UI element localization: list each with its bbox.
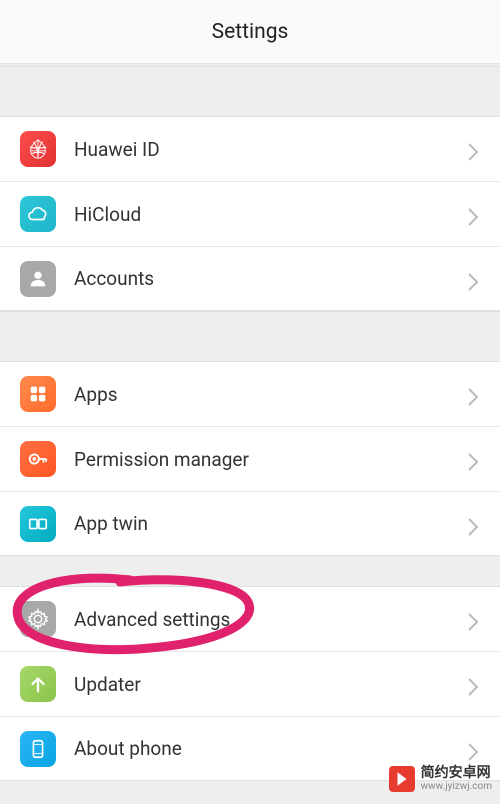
list-item-updater[interactable]: Updater: [0, 651, 500, 716]
chevron-right-icon: [466, 452, 480, 466]
list-item-label: Advanced settings: [74, 608, 466, 631]
list-item-label: Accounts: [74, 267, 466, 290]
watermark-text: 简约安卓网 www.jyizwj.com: [421, 766, 492, 792]
section-gap: [0, 556, 500, 586]
twin-icon: [20, 506, 56, 542]
grid-icon: [20, 376, 56, 412]
list-item-label: Huawei ID: [74, 138, 466, 161]
settings-group-system: Advanced settings Updater About phone: [0, 586, 500, 781]
list-item-apps[interactable]: Apps: [0, 361, 500, 426]
list-item-hicloud[interactable]: HiCloud: [0, 181, 500, 246]
section-gap: [0, 66, 500, 116]
watermark: 简约安卓网 www.jyizwj.com: [389, 766, 492, 792]
gear-icon: [20, 601, 56, 637]
chevron-right-icon: [466, 207, 480, 221]
list-item-permission[interactable]: Permission manager: [0, 426, 500, 491]
page-title: Settings: [212, 20, 289, 44]
chevron-right-icon: [466, 677, 480, 691]
watermark-title: 简约安卓网: [421, 766, 492, 781]
list-item-label: Apps: [74, 383, 466, 406]
list-item-label: Permission manager: [74, 448, 466, 471]
phone-icon: [20, 731, 56, 767]
arrow-up-icon: [20, 666, 56, 702]
chevron-right-icon: [466, 387, 480, 401]
settings-group-accounts: Huawei ID HiCloud Accounts: [0, 116, 500, 311]
header: Settings: [0, 0, 500, 64]
watermark-logo-icon: [389, 766, 415, 792]
list-item-accounts[interactable]: Accounts: [0, 246, 500, 311]
key-icon: [20, 441, 56, 477]
list-item-huawei-id[interactable]: Huawei ID: [0, 116, 500, 181]
chevron-right-icon: [466, 612, 480, 626]
section-gap: [0, 311, 500, 361]
watermark-url: www.jyizwj.com: [421, 781, 492, 792]
list-item-label: About phone: [74, 737, 466, 760]
list-item-advanced-settings[interactable]: Advanced settings: [0, 586, 500, 651]
cloud-icon: [20, 196, 56, 232]
list-item-label: App twin: [74, 512, 466, 535]
chevron-right-icon: [466, 517, 480, 531]
settings-group-apps: Apps Permission manager App twin: [0, 361, 500, 556]
huawei-icon: [20, 131, 56, 167]
chevron-right-icon: [466, 742, 480, 756]
list-item-apptwin[interactable]: App twin: [0, 491, 500, 556]
list-item-label: HiCloud: [74, 203, 466, 226]
chevron-right-icon: [466, 272, 480, 286]
chevron-right-icon: [466, 142, 480, 156]
list-item-label: Updater: [74, 673, 466, 696]
person-icon: [20, 261, 56, 297]
